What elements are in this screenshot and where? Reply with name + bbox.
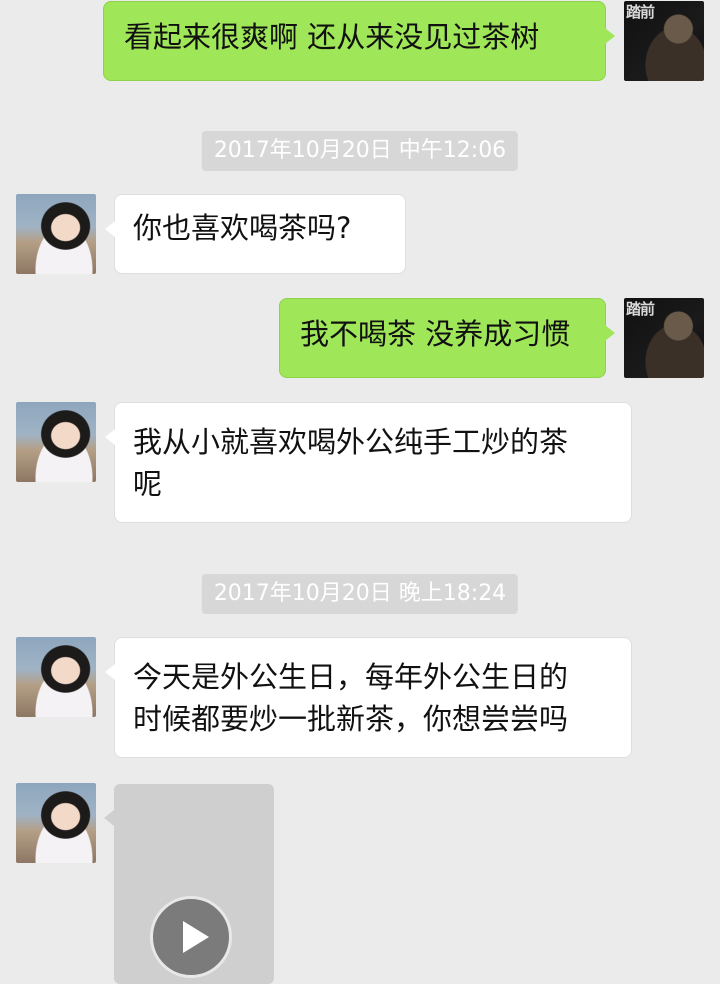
timestamp-badge: 2017年10月20日 中午12:06 bbox=[201, 131, 519, 171]
timestamp-badge: 2017年10月20日 晚上18:24 bbox=[201, 574, 519, 614]
self-avatar[interactable]: 踏前 bbox=[624, 298, 704, 378]
message-text: 看起来很爽啊 还从来没见过茶树 bbox=[124, 20, 540, 54]
self-avatar[interactable]: 踏前 bbox=[624, 1, 704, 81]
contact-avatar[interactable] bbox=[16, 402, 96, 482]
sent-message-bubble[interactable]: 看起来很爽啊 还从来没见过茶树 bbox=[103, 1, 615, 81]
message-text-line: 呢 bbox=[133, 467, 163, 501]
contact-avatar[interactable] bbox=[16, 194, 96, 274]
video-message-thumbnail[interactable] bbox=[104, 784, 274, 984]
message-text: 我不喝茶 没养成习惯 bbox=[300, 317, 571, 351]
sent-message-bubble[interactable]: 我不喝茶 没养成习惯 bbox=[279, 298, 615, 378]
message-text-line: 我从小就喜欢喝外公纯手工炒的茶 bbox=[133, 425, 569, 459]
message-text-line: 时候都要炒一批新茶，你想尝尝吗 bbox=[133, 702, 569, 736]
received-message-bubble[interactable]: 今天是外公生日，每年外公生日的 时候都要炒一批新茶，你想尝尝吗 bbox=[105, 637, 632, 758]
contact-avatar[interactable] bbox=[16, 783, 96, 863]
message-text: 你也喜欢喝茶吗? bbox=[133, 211, 352, 245]
avatar-logo-text: 踏前 bbox=[626, 3, 655, 21]
avatar-logo-text: 踏前 bbox=[626, 300, 655, 318]
play-icon[interactable] bbox=[150, 896, 232, 978]
message-text-line: 今天是外公生日，每年外公生日的 bbox=[133, 660, 569, 694]
received-message-bubble[interactable]: 我从小就喜欢喝外公纯手工炒的茶 呢 bbox=[105, 402, 632, 523]
contact-avatar[interactable] bbox=[16, 637, 96, 717]
received-message-bubble[interactable]: 你也喜欢喝茶吗? bbox=[105, 194, 406, 274]
